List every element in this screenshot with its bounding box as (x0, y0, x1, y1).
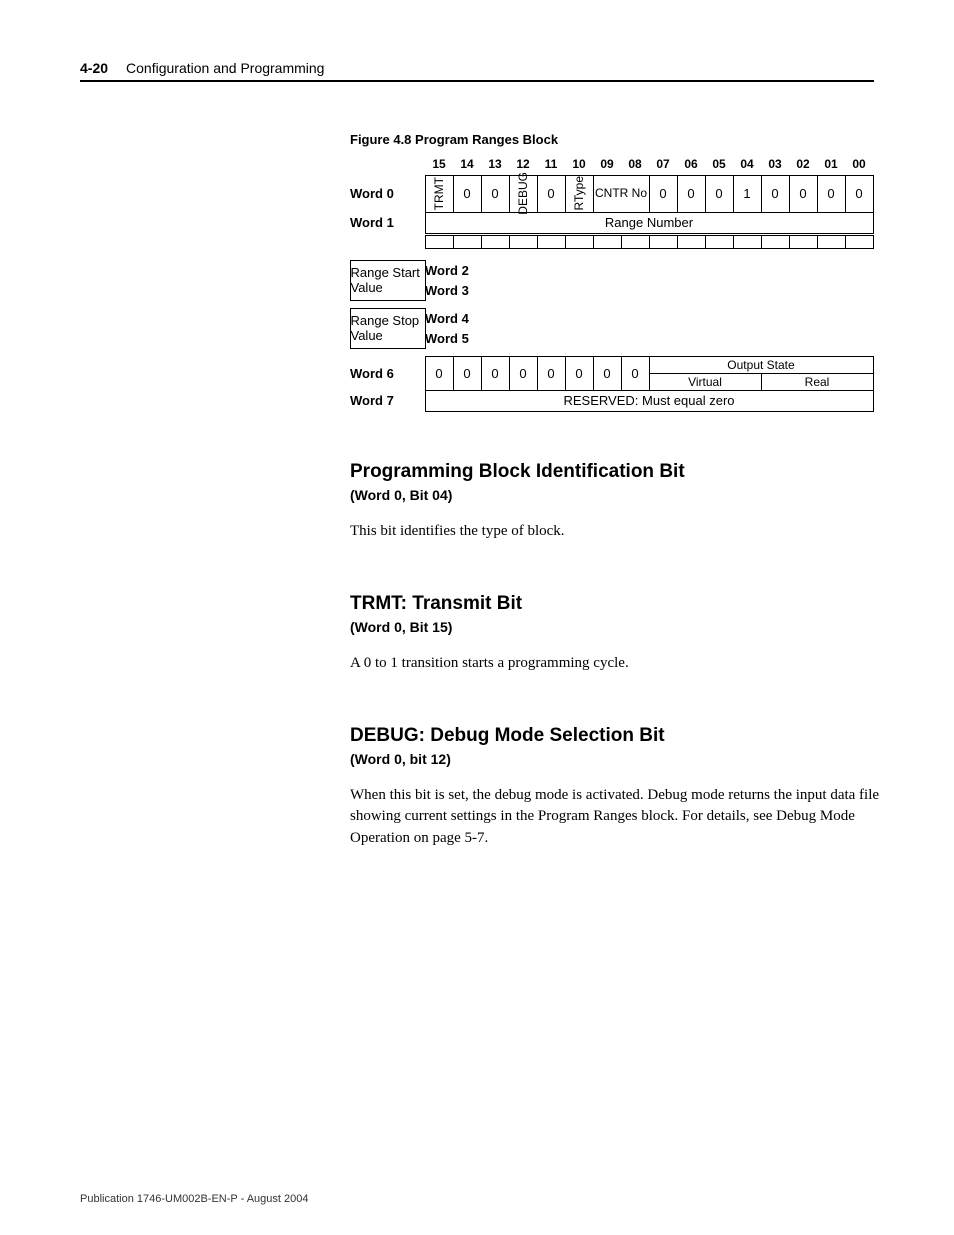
bit-cell: 0 (817, 175, 846, 213)
bit-col-header: 01 (817, 157, 845, 171)
bit-cell: 0 (425, 356, 454, 391)
bit-cell: Range Start Value (350, 260, 426, 301)
spacer-row (350, 235, 890, 248)
bit-col-header: 00 (845, 157, 873, 171)
section-heading: DEBUG: Debug Mode Selection Bit (350, 725, 890, 747)
word-label: Word 5 (425, 328, 873, 348)
word0-row: Word 0 TRMT 0 0 DEBUG 0 RType CNTR No 0 … (350, 175, 890, 212)
bit-col-header: 12 (509, 157, 537, 171)
bit-cell: 0 (845, 175, 874, 213)
word23-row: Word 2 Range Start Value Word 3 (350, 260, 890, 300)
bit-cell: 0 (677, 175, 706, 213)
bit-cell: DEBUG (516, 172, 530, 215)
bit-cell: Range Stop Value (350, 308, 426, 349)
bit-cell: TRMT (432, 177, 446, 210)
word45-row: Word 4 Range Stop Value Word 5 (350, 308, 890, 348)
bit-cell: RType (572, 176, 586, 210)
bit-cell: 0 (481, 356, 510, 391)
bit-col-header: 13 (481, 157, 509, 171)
bit-cell: Virtual (649, 373, 762, 391)
bit-col-header: 05 (705, 157, 733, 171)
page-number: 4-20 (80, 60, 108, 76)
word-label: Word 0 (350, 175, 425, 212)
word6-row: Word 6 0 0 0 0 0 0 0 0 Output State Virt… (350, 356, 890, 390)
word-label: Word 7 (350, 390, 425, 411)
section-heading: Programming Block Identification Bit (350, 461, 890, 483)
bit-cell: 0 (509, 356, 538, 391)
section-body: This bit identifies the type of block. (350, 521, 890, 543)
main-content: Figure 4.8 Program Ranges Block 15 14 13… (350, 132, 890, 850)
bit-cell: 0 (565, 356, 594, 391)
bit-cell: 0 (789, 175, 818, 213)
bit-col-header: 08 (621, 157, 649, 171)
bit-cell: 1 (733, 175, 762, 213)
bit-col-header: 03 (761, 157, 789, 171)
bit-cell: 0 (705, 175, 734, 213)
bit-col-header: 09 (593, 157, 621, 171)
bit-cell: 0 (593, 356, 622, 391)
section-subheading: (Word 0, Bit 15) (350, 619, 890, 635)
bit-cell: 0 (761, 175, 790, 213)
word-label: Word 1 (350, 212, 425, 233)
section-body: When this bit is set, the debug mode is … (350, 785, 890, 850)
bit-cell: 0 (537, 175, 566, 213)
word-label: Word 3 (425, 280, 873, 300)
bit-col-header: 11 (537, 157, 565, 171)
chapter-title: Configuration and Programming (126, 60, 324, 76)
section-subheading: (Word 0, Bit 04) (350, 487, 890, 503)
publication-footer: Publication 1746-UM002B-EN-P - August 20… (80, 1193, 309, 1205)
section-subheading: (Word 0, bit 12) (350, 751, 890, 767)
bit-col-header: 14 (453, 157, 481, 171)
bit-cell: Real (761, 373, 874, 391)
bit-col-header: 10 (565, 157, 593, 171)
bit-table: 15 14 13 12 11 10 09 08 07 06 05 04 03 0… (350, 157, 890, 411)
word-label: Word 6 (350, 356, 425, 390)
bit-col-header: 02 (789, 157, 817, 171)
bit-cell: 0 (649, 175, 678, 213)
section-heading: TRMT: Transmit Bit (350, 593, 890, 615)
word1-row: Word 1 Range Number (350, 212, 890, 233)
bit-cell: Range Number (425, 212, 874, 234)
bit-cell: 0 (621, 356, 650, 391)
bit-cell: RESERVED: Must equal zero (425, 390, 874, 412)
bit-cell: 0 (453, 356, 482, 391)
bit-header-row: 15 14 13 12 11 10 09 08 07 06 05 04 03 0… (350, 157, 890, 171)
word7-row: Word 7 RESERVED: Must equal zero (350, 390, 890, 411)
bit-cell: 0 (537, 356, 566, 391)
bit-cell: 0 (481, 175, 510, 213)
bit-col-header: 15 (425, 157, 453, 171)
section-body: A 0 to 1 transition starts a programming… (350, 653, 890, 675)
figure-caption: Figure 4.8 Program Ranges Block (350, 132, 890, 147)
page-header: 4-20 Configuration and Programming (80, 60, 874, 82)
bit-cell: CNTR No (593, 175, 650, 213)
bit-col-header: 07 (649, 157, 677, 171)
bit-col-header: 04 (733, 157, 761, 171)
bit-cell: 0 (453, 175, 482, 213)
bit-col-header: 06 (677, 157, 705, 171)
word-label: Word 4 (425, 308, 873, 328)
bit-cell: Output State (649, 356, 874, 374)
word-label: Word 2 (425, 260, 873, 280)
